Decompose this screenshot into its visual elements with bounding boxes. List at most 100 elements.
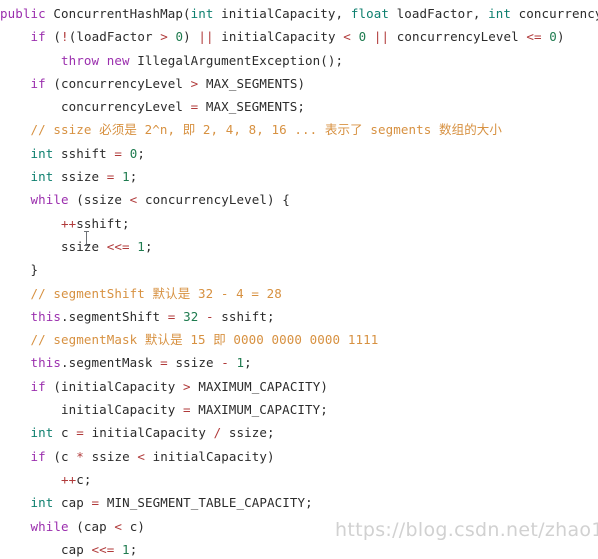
token-plain: ssize; [221,425,275,441]
token-keyword: this [30,308,62,324]
token-operator: || [198,29,214,45]
token-plain: concurrencyLevel) [518,6,598,21]
token-plain: ssize [53,169,107,185]
code-line[interactable]: // segmentShift 默认是 32 - 4 = 28 [0,282,598,305]
token-operator: ++ [61,471,77,487]
code-line[interactable]: cap <<= 1; [0,538,598,559]
token-keyword: if [30,29,46,45]
token-keyword: this [30,355,62,371]
token-plain: IllegalArgumentException(); [129,52,344,68]
code-line[interactable]: public ConcurrentHashMap(int initialCapa… [0,2,598,25]
token-plain: MAXIMUM_CAPACITY; [190,402,328,418]
token-operator: * [76,448,84,464]
code-line[interactable]: this.segmentMask = ssize - 1; [0,351,598,374]
code-line[interactable]: int ssize = 1; [0,165,598,188]
token-plain: c) [122,518,145,534]
token-keyword: throw new [61,52,130,68]
code-line[interactable]: // ssize 必须是 2^n, 即 2, 4, 8, 16 ... 表示了 … [0,118,598,141]
token-keyword: if [30,378,46,394]
text-ibeam-cursor [84,231,89,246]
code-line[interactable]: if (c * ssize < initialCapacity) [0,445,598,468]
code-line[interactable]: while (cap < c) [0,515,598,538]
token-plain: ssize [167,355,222,371]
code-line[interactable]: initialCapacity = MAXIMUM_CAPACITY; [0,398,598,421]
token-plain: sshift [53,145,115,161]
token-plain: } [0,262,39,278]
token-operator: > [160,29,168,45]
token-operator: ++ [61,215,77,231]
code-line[interactable]: if (!(loadFactor > 0) || initialCapacity… [0,25,598,48]
token-number: 1 [122,541,130,557]
token-plain: MAX_SEGMENTS) [198,75,306,91]
token-operator: <<= [106,238,130,254]
token-plain: MIN_SEGMENT_TABLE_CAPACITY; [99,495,313,511]
token-plain: (loadFactor [68,29,161,45]
token-type: float [350,6,389,21]
token-operator: ! [61,29,69,45]
token-keyword: if [30,448,46,464]
token-plain: (cap [68,518,115,534]
code-screenshot: public ConcurrentHashMap(int initialCapa… [0,0,598,559]
token-number: 1 [122,169,130,185]
code-line[interactable]: // segmentMask 默认是 15 即 0000 0000 0000 1… [0,328,598,351]
token-plain: ; [244,355,252,371]
code-line[interactable]: while (ssize < concurrencyLevel) { [0,188,598,211]
token-plain: ; [144,238,153,254]
token-comment: // segmentShift 默认是 32 - 4 = 28 [30,285,282,301]
token-plain: initialCapacity, [213,6,351,21]
token-keyword: while [30,518,69,534]
token-operator: = [114,145,123,161]
token-operator: < [343,29,351,45]
code-line[interactable]: throw new IllegalArgumentException(); [0,49,598,72]
token-number: 0 [549,29,557,45]
token-plain: sshift; [76,215,130,231]
token-operator: = [76,425,84,441]
code-line[interactable]: this.segmentShift = 32 - sshift; [0,305,598,328]
token-plain: initialCapacity [0,402,184,418]
code-line[interactable]: ++c; [0,468,598,491]
code-line[interactable]: ++sshift; [0,212,598,235]
token-plain: c [53,425,77,441]
token-plain: initialCapacity [213,29,344,45]
token-operator: <= [526,29,542,45]
token-plain: sshift; [213,308,275,324]
token-comment: // segmentMask 默认是 15 即 0000 0000 0000 1… [30,332,379,348]
token-plain: ) [183,29,199,45]
code-line[interactable]: if (initialCapacity > MAXIMUM_CAPACITY) [0,375,598,398]
token-plain: ; [137,145,145,161]
token-type: int [30,495,54,511]
token-operator: < [114,518,123,534]
code-line[interactable]: int sshift = 0; [0,142,598,165]
code-line[interactable]: if (concurrencyLevel > MAX_SEGMENTS) [0,72,598,95]
code-line[interactable]: int cap = MIN_SEGMENT_TABLE_CAPACITY; [0,491,598,514]
token-plain: (ssize [68,192,130,208]
code-line[interactable]: concurrencyLevel = MAX_SEGMENTS; [0,95,598,118]
code-line[interactable]: ssize <<= 1; [0,235,598,258]
code-editor-content[interactable]: public ConcurrentHashMap(int initialCapa… [0,0,598,559]
token-plain: c; [76,471,92,487]
token-type: int [190,6,214,21]
token-keyword: public [0,6,46,21]
token-number: 1 [236,355,245,371]
token-plain: ssize [83,448,138,464]
token-plain: ConcurrentHashMap( [45,6,191,21]
token-operator: > [183,378,191,394]
code-line[interactable]: int c = initialCapacity / ssize; [0,421,598,444]
code-line[interactable]: } [0,258,598,281]
token-plain: .segmentMask [61,355,161,371]
token-plain: concurrencyLevel [389,29,527,45]
